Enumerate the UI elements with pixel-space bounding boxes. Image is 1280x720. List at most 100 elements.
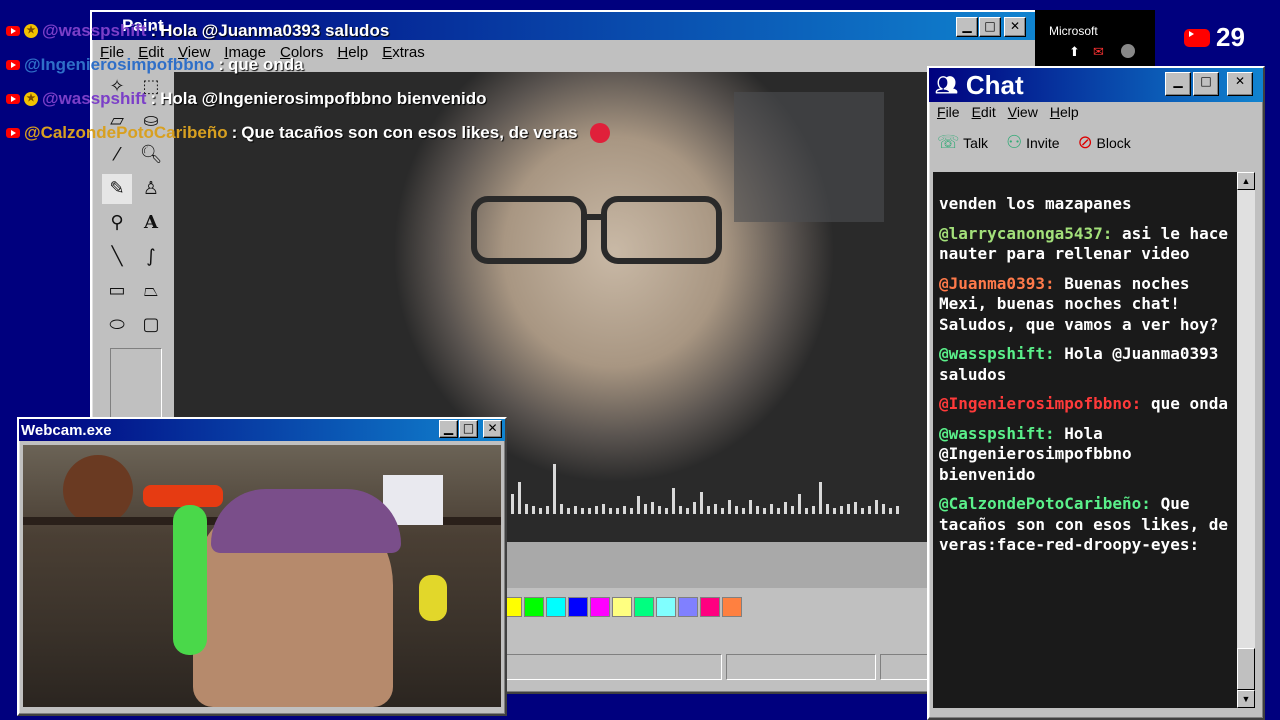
visualizer-bar (875, 500, 878, 514)
visualizer-bar (714, 504, 717, 514)
color-swatch[interactable] (524, 597, 544, 617)
visualizer-bar (665, 508, 668, 514)
visualizer-bar (546, 506, 549, 514)
close-button[interactable]: ✕ (1004, 17, 1026, 37)
overlay-text: Hola @Ingenierosimpofbbno bienvenido (160, 89, 487, 108)
visualizer-bar (854, 502, 857, 514)
scroll-down-icon[interactable]: ▼ (1237, 690, 1255, 708)
visualizer-bar (686, 508, 689, 514)
overlay-chat: ★ @wasspshift : Hola @Juanma0393 saludos… (6, 14, 610, 150)
chat-log[interactable]: venden los mazapanes @larrycanonga5437: a… (933, 172, 1237, 708)
chat-username[interactable]: @larrycanonga5437: (939, 224, 1112, 243)
upload-icon[interactable]: ⬆ (1069, 44, 1080, 60)
visualizer-bar (581, 508, 584, 514)
chat-menubar: File Edit View Help (937, 104, 1079, 120)
visualizer-bar (826, 504, 829, 514)
visualizer-bar (623, 506, 626, 514)
block-button[interactable]: ⊘ Block (1078, 132, 1131, 153)
visualizer-bar (840, 506, 843, 514)
visualizer-bar (658, 506, 661, 514)
menu-edit[interactable]: Edit (972, 104, 996, 120)
minimize-button[interactable]: ▁ (956, 17, 978, 37)
maximize-button[interactable]: □ (979, 17, 1001, 37)
chat-username[interactable]: @Juanma0393: (939, 274, 1055, 293)
chat-messages: venden los mazapanes @larrycanonga5437: a… (933, 172, 1237, 556)
overlay-text: Hola @Juanma0393 saludos (160, 21, 390, 40)
visualizer-bar (609, 508, 612, 514)
line-icon[interactable]: ╲ (102, 242, 132, 272)
visualizer-bar (602, 504, 605, 514)
visualizer-bar (595, 506, 598, 514)
visualizer-bar (861, 508, 864, 514)
minimize-button[interactable]: ▁ (439, 420, 458, 438)
chat-username[interactable]: @wasspshift: (939, 424, 1055, 443)
background-shelf (734, 92, 884, 222)
webcam-titlebar[interactable]: Webcam.exe ▁ □ ✕ (19, 419, 505, 441)
color-swatch[interactable] (722, 597, 742, 617)
webcam-feed (23, 445, 501, 707)
glasses-shape (471, 196, 722, 264)
visualizer-bar (532, 506, 535, 514)
overlay-text: Que tacaños son con esos likes, de veras (241, 123, 578, 142)
invite-button[interactable]: ⚇ Invite (1006, 132, 1060, 153)
menu-view[interactable]: View (1008, 104, 1038, 120)
visualizer-bar (525, 504, 528, 514)
maximize-button[interactable]: □ (1193, 72, 1219, 96)
chat-username[interactable]: @wasspshift: (939, 344, 1055, 363)
tray-panel: Microsoft ⬆ ✉ (1035, 10, 1155, 66)
polygon-icon[interactable]: ⏢ (136, 276, 166, 306)
color-swatch[interactable] (700, 597, 720, 617)
chat-username[interactable]: @CalzondePotoCaribeño: (939, 494, 1151, 513)
scroll-thumb[interactable] (1237, 648, 1255, 690)
color-swatch[interactable] (568, 597, 588, 617)
visualizer-bar (896, 506, 899, 514)
ellipse-icon[interactable]: ⬭ (102, 310, 132, 340)
color-swatch[interactable] (656, 597, 676, 617)
text-tool-icon[interactable]: A (136, 208, 166, 238)
color-swatch[interactable] (634, 597, 654, 617)
talk-button[interactable]: ☏ Talk (937, 132, 988, 153)
member-badge-icon: ★ (24, 92, 38, 106)
minimize-button[interactable]: ▁ (1165, 72, 1191, 96)
color-swatch[interactable] (612, 597, 632, 617)
color-swatch[interactable] (678, 597, 698, 617)
visualizer-bar (770, 504, 773, 514)
chat-text: que onda (1150, 394, 1228, 413)
chat-message: @Juanma0393: Buenas noches Mexi, buenas … (939, 274, 1231, 336)
member-badge-icon: ★ (24, 24, 38, 38)
notification-icon[interactable]: ✉ (1093, 44, 1104, 60)
chat-toolbar: ☏ Talk ⚇ Invite ⊘ Block (937, 132, 1131, 153)
visualizer-bar (812, 506, 815, 514)
close-button[interactable]: ✕ (1227, 72, 1253, 96)
menu-help[interactable]: Help (1050, 104, 1079, 120)
visualizer-bar (679, 506, 682, 514)
overlay-user: @wasspshift (42, 21, 147, 40)
visualizer-bar (805, 508, 808, 514)
chat-scrollbar[interactable]: ▲ ▼ (1237, 172, 1255, 708)
visualizer-bar (644, 504, 647, 514)
airbrush-icon[interactable]: ⚲ (102, 208, 132, 238)
visualizer-bar (616, 508, 619, 514)
color-palette (502, 597, 742, 617)
profile-icon[interactable] (1121, 44, 1135, 58)
menu-file[interactable]: File (937, 104, 960, 120)
visualizer-bar (539, 508, 542, 514)
status-pane-3 (880, 654, 928, 680)
color-swatch[interactable] (546, 597, 566, 617)
chat-message: venden los mazapanes (939, 194, 1231, 215)
curve-icon[interactable]: ∫ (136, 242, 166, 272)
visualizer-bar (819, 482, 822, 514)
chat-titlebar[interactable]: 👥︎ Chat ▁ □ ✕ (929, 68, 1263, 102)
color-swatch[interactable] (590, 597, 610, 617)
close-button[interactable]: ✕ (483, 420, 502, 438)
maximize-button[interactable]: □ (459, 420, 478, 438)
chat-username[interactable]: @Ingenierosimpofbbno: (939, 394, 1141, 413)
youtube-icon (6, 60, 20, 70)
brush-icon[interactable]: ♙ (136, 174, 166, 204)
rectangle-icon[interactable]: ▭ (102, 276, 132, 306)
youtube-icon (6, 94, 20, 104)
rounded-rect-icon[interactable]: ▢ (136, 310, 166, 340)
chat-text: venden los mazapanes (939, 194, 1132, 213)
pencil-icon[interactable]: ✎ (102, 174, 132, 204)
scroll-up-icon[interactable]: ▲ (1237, 172, 1255, 190)
